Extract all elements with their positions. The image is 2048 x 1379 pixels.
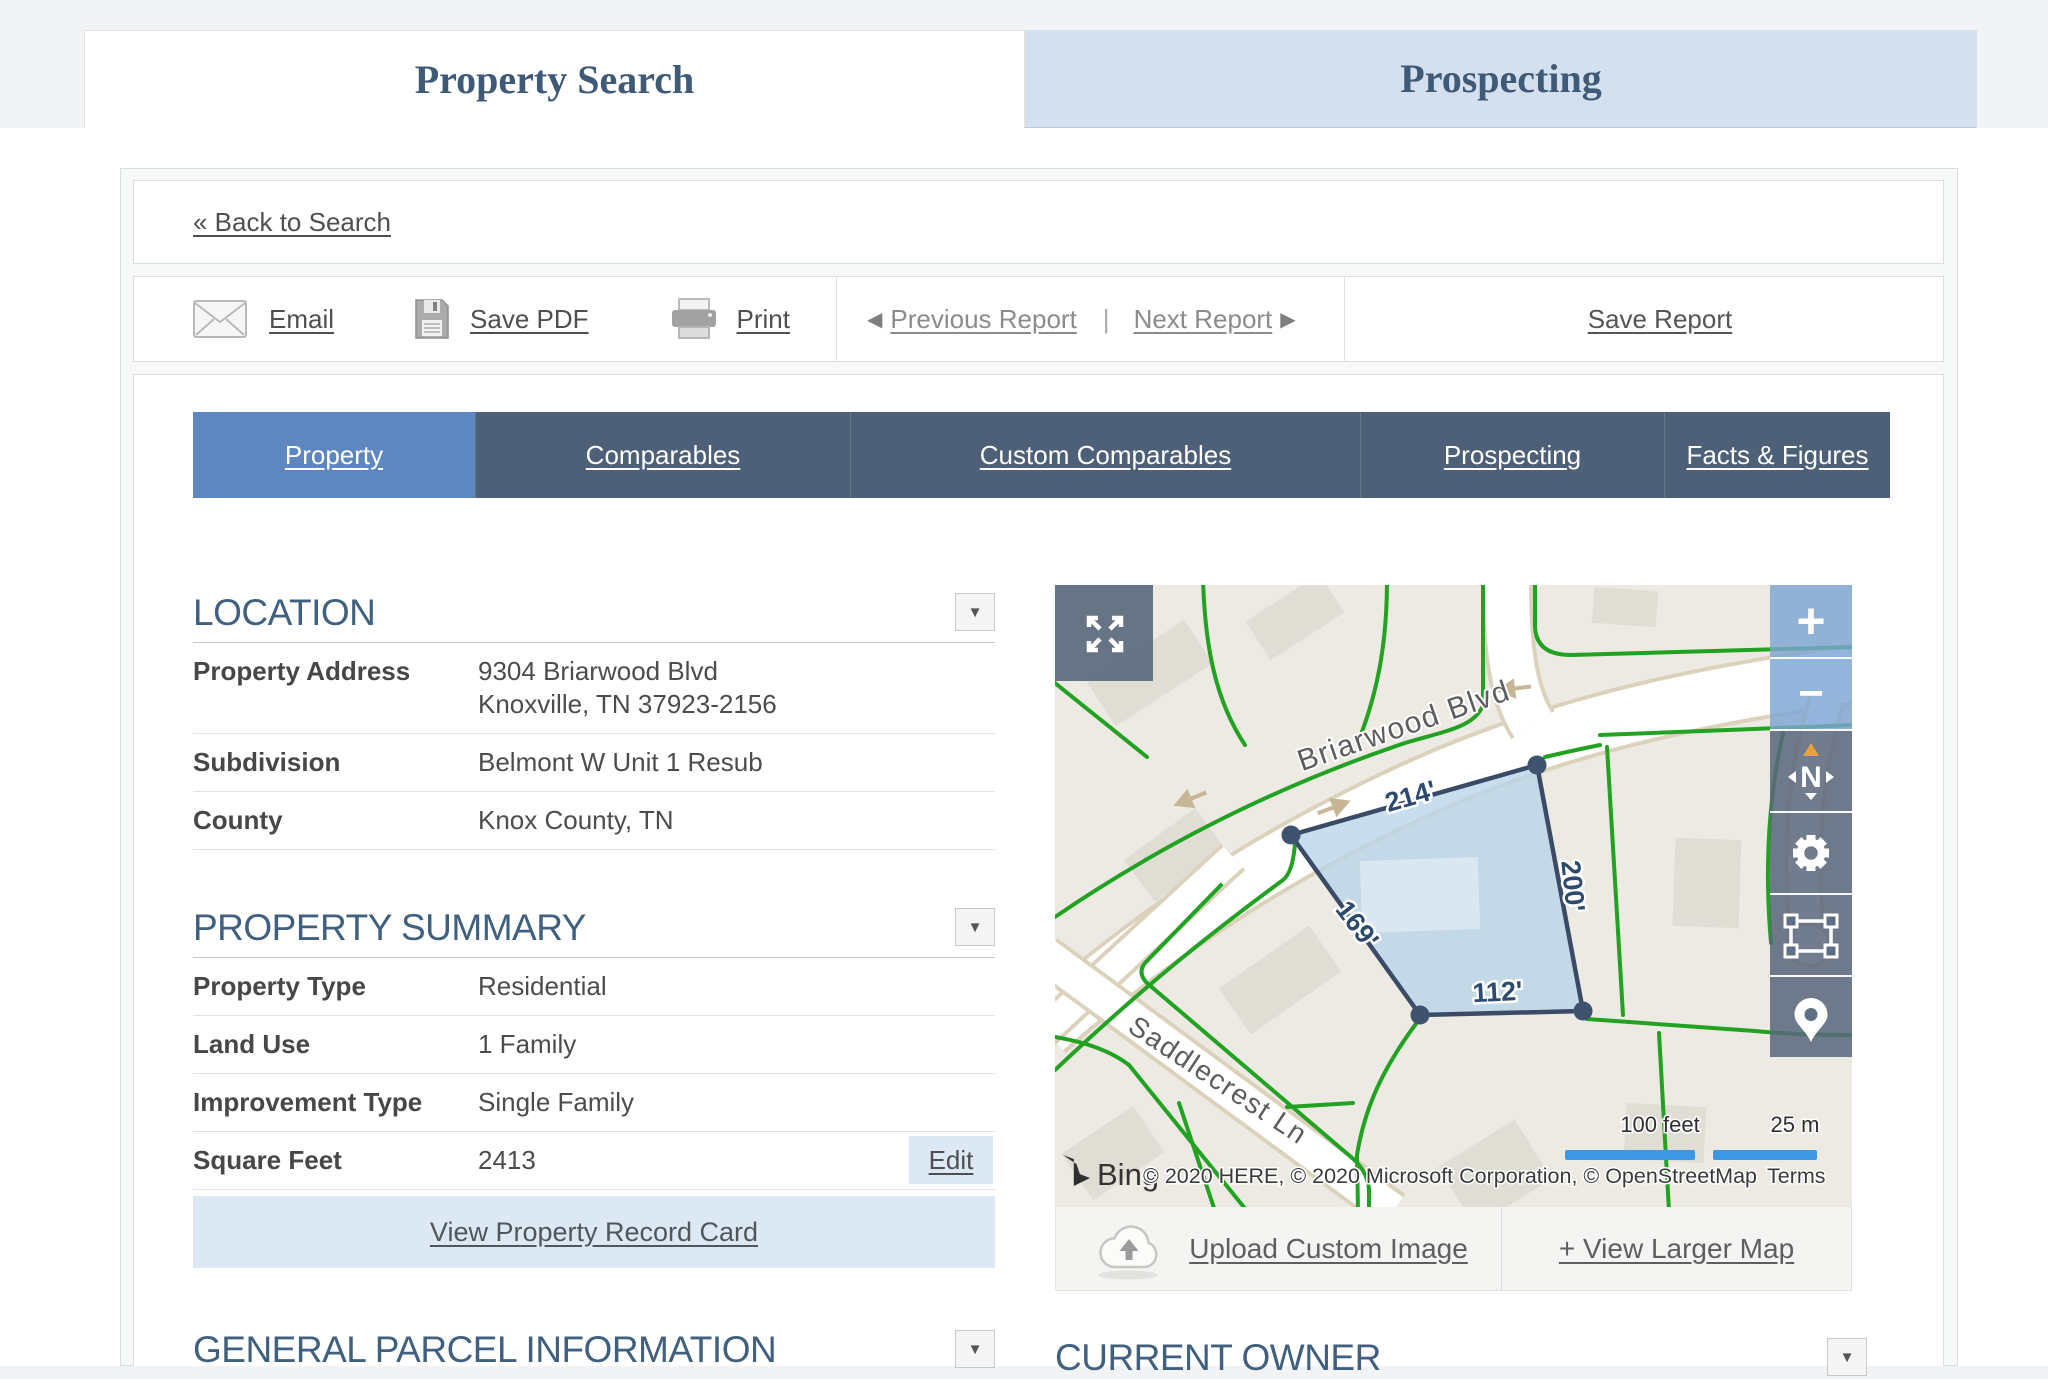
minus-icon: − — [1798, 658, 1824, 730]
current-owner-collapse-button[interactable]: ▼ — [1827, 1338, 1867, 1376]
map-settings-button[interactable] — [1770, 811, 1852, 893]
tab-custom-comparables[interactable]: Custom Comparables — [851, 412, 1361, 498]
view-larger-map-button[interactable]: + View Larger Map — [1501, 1207, 1851, 1290]
gear-icon — [1770, 812, 1852, 894]
row-property-address: Property Address 9304 Briarwood Blvd Kno… — [193, 643, 995, 734]
row-county: County Knox County, TN — [193, 792, 995, 850]
compass-control[interactable]: N — [1770, 729, 1852, 811]
property-summary-title: PROPERTY SUMMARY — [193, 908, 586, 948]
toolbar-divider — [836, 276, 837, 362]
measure-selection-button[interactable] — [1770, 893, 1852, 975]
view-property-record-card-bar: View Property Record Card — [193, 1196, 995, 1268]
row-property-type: Property Type Residential — [193, 958, 995, 1016]
report-nav-separator: | — [1103, 304, 1110, 335]
terms-link[interactable]: Terms — [1767, 1164, 1826, 1188]
previous-report-label[interactable]: Previous Report — [890, 304, 1076, 335]
map-location-button[interactable] — [1770, 975, 1852, 1057]
back-bar — [133, 180, 1944, 264]
previous-arrow-icon: ◀ — [867, 307, 882, 332]
bing-map: Briarwood Blvd Saddlecrest Ln 214' 200' … — [1055, 585, 1852, 1207]
tab-prospecting[interactable]: Prospecting — [1361, 412, 1665, 498]
chevron-down-icon: ▼ — [968, 1341, 983, 1358]
toolbar-divider-2 — [1344, 276, 1345, 362]
dimension-112: 112' — [1472, 976, 1523, 1009]
tab-property-search[interactable]: Property Search — [84, 30, 1025, 128]
property-details-column: LOCATION ▼ Property Address 9304 Briarwo… — [193, 593, 995, 1379]
view-property-record-card-link[interactable]: View Property Record Card — [430, 1217, 758, 1248]
scale-feet-label: 100 feet — [1620, 1112, 1700, 1137]
row-square-feet: Square Feet 2413 Edit — [193, 1132, 995, 1190]
cloud-upload-icon — [1089, 1217, 1167, 1281]
dimension-200: 200' — [1555, 859, 1590, 913]
current-owner-title: CURRENT OWNER — [1055, 1338, 1381, 1378]
tab-comparables[interactable]: Comparables — [476, 412, 851, 498]
view-larger-map-label[interactable]: + View Larger Map — [1559, 1233, 1794, 1265]
printer-icon — [669, 298, 719, 340]
location-title: LOCATION — [193, 593, 375, 633]
toolbar: Email Save PDF Print ◀ Previous Report |… — [133, 276, 1944, 362]
upload-custom-image-label[interactable]: Upload Custom Image — [1189, 1233, 1468, 1265]
previous-report-button[interactable]: ◀ Previous Report — [867, 304, 1077, 335]
address-line-2: Knoxville, TN 37923-2156 — [478, 688, 777, 721]
map-footer: Upload Custom Image + View Larger Map — [1055, 1207, 1852, 1291]
row-improvement-type: Improvement Type Single Family — [193, 1074, 995, 1132]
save-pdf-button[interactable] — [414, 298, 450, 340]
current-owner-section-header: CURRENT OWNER ▼ — [1055, 1338, 1867, 1378]
map-pin-icon — [1770, 976, 1852, 1058]
chevron-down-icon: ▼ — [1840, 1349, 1855, 1366]
save-report-button[interactable]: Save Report — [1588, 304, 1733, 335]
zoom-out-button[interactable]: − — [1770, 657, 1852, 729]
chevron-down-icon: ▼ — [968, 919, 983, 936]
location-collapse-button[interactable]: ▼ — [955, 593, 995, 631]
next-report-button[interactable]: Next Report ▶ — [1134, 304, 1296, 335]
zoom-in-button[interactable]: + — [1770, 585, 1852, 657]
upload-custom-image-button[interactable]: Upload Custom Image — [1056, 1207, 1501, 1290]
map-attribution: © 2020 HERE, © 2020 Microsoft Corporatio… — [1143, 1164, 1757, 1188]
email-label[interactable]: Email — [269, 304, 334, 335]
location-section-header: LOCATION ▼ — [193, 593, 995, 643]
email-button[interactable] — [193, 300, 247, 338]
general-parcel-collapse-button[interactable]: ▼ — [955, 1330, 995, 1368]
property-summary-collapse-button[interactable]: ▼ — [955, 908, 995, 946]
row-subdivision: Subdivision Belmont W Unit 1 Resub — [193, 734, 995, 792]
svg-text:N: N — [1800, 761, 1822, 794]
edit-square-feet-button[interactable]: Edit — [909, 1136, 993, 1184]
row-land-use: Land Use 1 Family — [193, 1016, 995, 1074]
envelope-icon — [193, 300, 247, 338]
expand-arrows-icon — [1069, 600, 1139, 666]
general-parcel-title: GENERAL PARCEL INFORMATION — [193, 1330, 776, 1370]
next-arrow-icon: ▶ — [1280, 307, 1295, 332]
property-summary-section-header: PROPERTY SUMMARY ▼ — [193, 908, 995, 958]
map-canvas[interactable]: Briarwood Blvd Saddlecrest Ln 214' 200' … — [1055, 585, 1852, 1207]
map-expand-button[interactable] — [1055, 585, 1153, 681]
back-to-search-link[interactable]: « Back to Search — [193, 180, 391, 264]
scale-bar-meters — [1713, 1150, 1817, 1160]
selection-box-icon — [1770, 894, 1852, 976]
floppy-disk-icon — [414, 298, 450, 340]
general-parcel-section-header: GENERAL PARCEL INFORMATION ▼ — [193, 1330, 995, 1379]
tab-facts-figures[interactable]: Facts & Figures — [1665, 412, 1890, 498]
compass-n-icon: N — [1770, 730, 1852, 812]
scale-bar-feet — [1565, 1150, 1695, 1160]
report-tabs: Property Comparables Custom Comparables … — [193, 412, 1890, 498]
plus-icon: + — [1796, 585, 1825, 657]
scale-meters-label: 25 m — [1771, 1112, 1820, 1137]
chevron-down-icon: ▼ — [968, 604, 983, 621]
next-report-label[interactable]: Next Report — [1134, 304, 1273, 335]
print-button[interactable] — [669, 298, 719, 340]
map-controls: + − N — [1770, 585, 1852, 1057]
tab-prospecting-top[interactable]: Prospecting — [1025, 30, 1977, 128]
tab-property[interactable]: Property — [193, 412, 476, 498]
print-label[interactable]: Print — [737, 304, 790, 335]
address-line-1: 9304 Briarwood Blvd — [478, 655, 777, 688]
save-pdf-label[interactable]: Save PDF — [470, 304, 589, 335]
